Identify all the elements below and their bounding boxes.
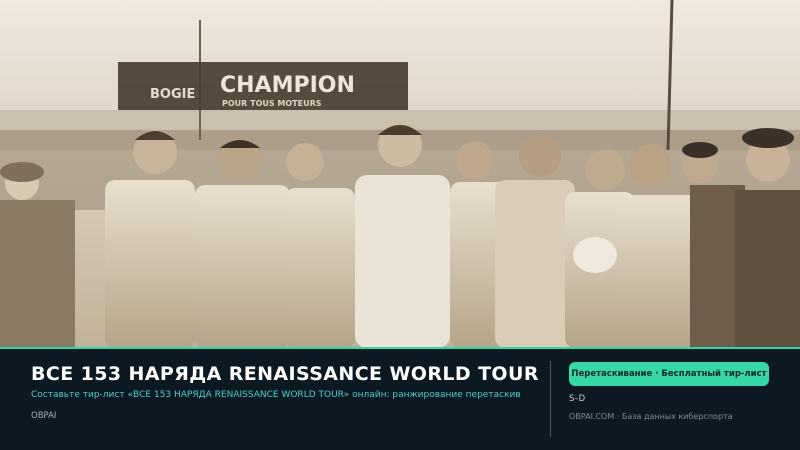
hero-photo: BOGIE CHAMPION POUR TOUS MOTEURS: [0, 0, 800, 348]
tier-range-label: S–D: [569, 394, 586, 404]
vintage-racers-photo: BOGIE CHAMPION POUR TOUS MOTEURS: [0, 0, 800, 348]
site-footer-note: OBPAI.COM · База данных киберспорта: [569, 412, 733, 421]
info-panel: ВСЕ 153 НАРЯДА RENAISSANCE WORLD TOUR Со…: [0, 349, 800, 450]
drag-tierlist-button[interactable]: Перетаскивание · Бесплатный тир-лист: [569, 362, 769, 386]
banner-champion-text: CHAMPION: [220, 73, 355, 98]
banner-left-text: BOGIE: [150, 87, 195, 102]
brand-label: OBPAI: [31, 411, 57, 421]
banner-sub-text: POUR TOUS MOTEURS: [222, 99, 322, 108]
page-title: ВСЕ 153 НАРЯДА RENAISSANCE WORLD TOUR: [31, 363, 539, 385]
vertical-divider: [550, 361, 551, 437]
page-subtitle: Составьте тир-лист «ВСЕ 153 НАРЯДА RENAI…: [31, 390, 521, 400]
